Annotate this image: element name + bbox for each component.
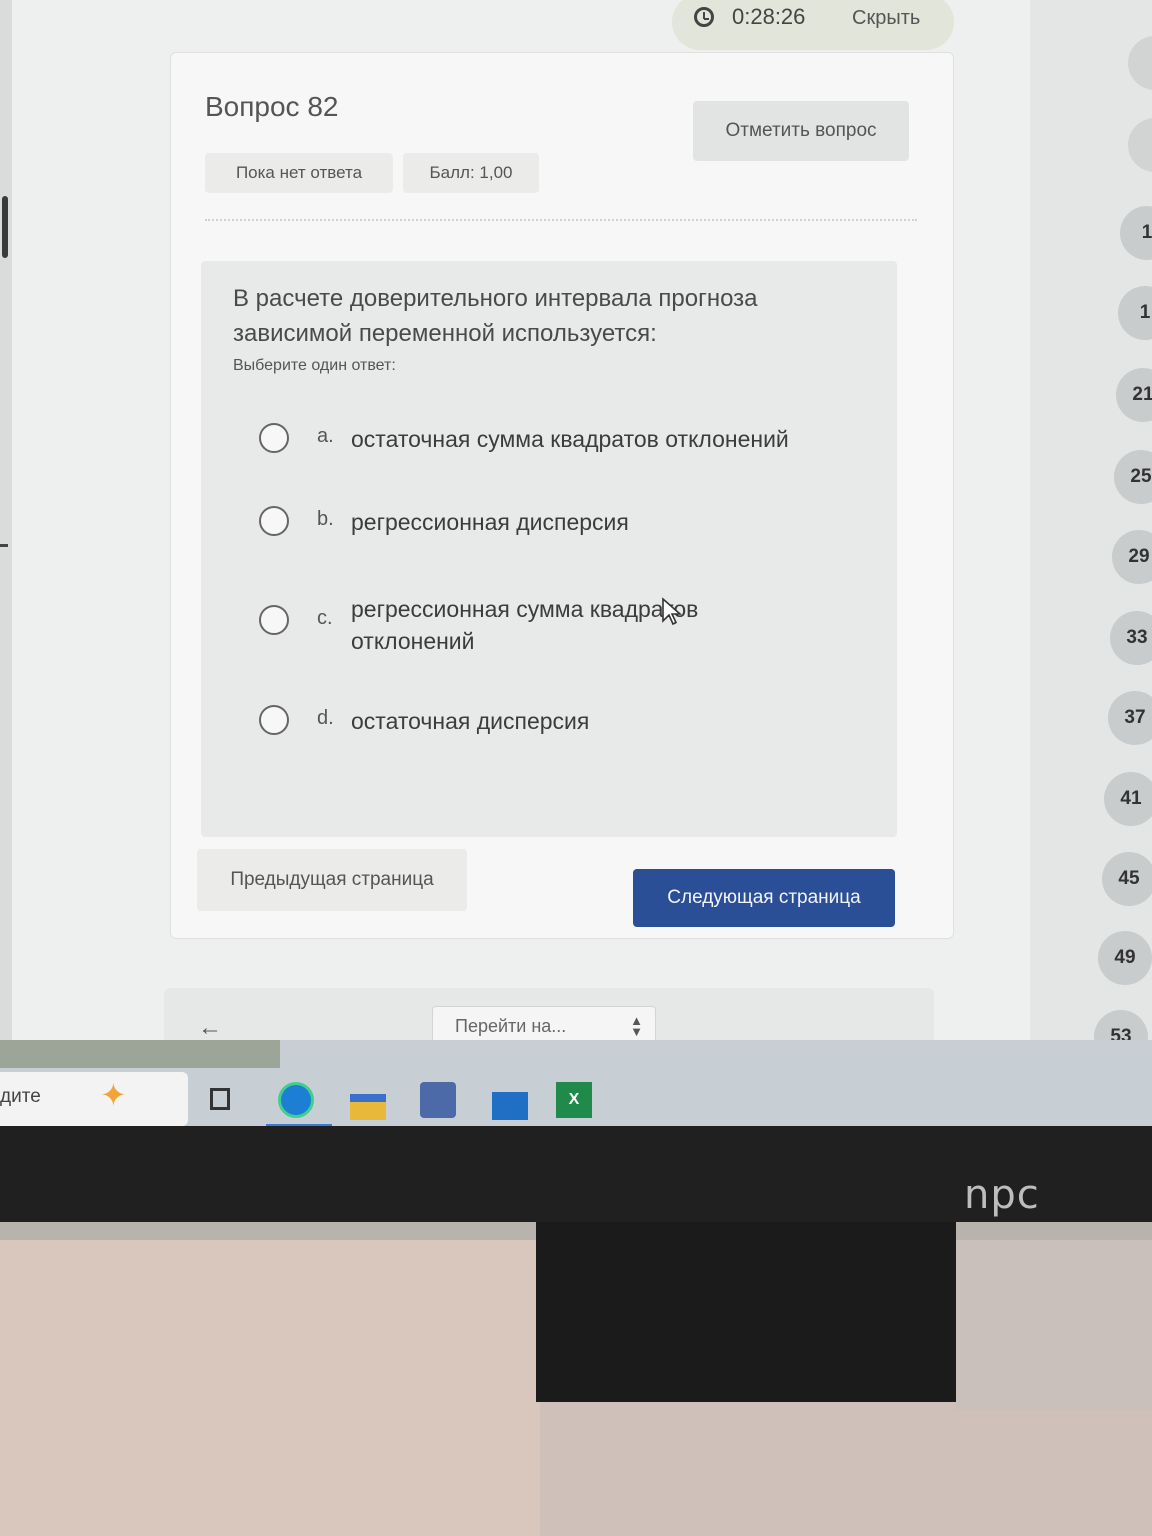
desk-surface [540,1400,1152,1536]
score-badge: Балл: 1,00 [403,153,539,193]
divider [205,219,917,221]
arrow-left-icon[interactable]: ← [198,1014,222,1042]
timer-value: 0:28:26 [732,4,806,29]
answer-option-b[interactable]: b. регрессионная дисперсия [259,506,869,576]
select-arrows-icon: ▲ ▼ [630,1013,643,1039]
nav-button[interactable]: 41 [1104,772,1152,826]
answer-hint: Выберите один ответ: [233,357,396,374]
edge-icon[interactable] [278,1082,314,1118]
answer-option-a[interactable]: a. остаточная сумма квадратов отклонений [259,423,869,493]
nav-button[interactable]: 25 [1114,450,1152,504]
answer-status-badge: Пока нет ответа [205,153,393,193]
quiz-navigation-panel: 1 1 21 25 29 33 37 41 45 49 53 [1030,0,1152,1064]
next-page-button[interactable]: Следующая страница [633,869,895,927]
previous-page-button[interactable]: Предыдущая страница [197,849,467,911]
nav-button[interactable]: 45 [1102,852,1152,906]
nav-button[interactable]: 1 [1120,206,1152,260]
flag-question-button[interactable]: Отметить вопрос [693,101,909,161]
sparkle-icon: ✦ [100,1077,127,1113]
option-letter: a. [317,425,334,447]
option-text: регрессионная дисперсия [351,509,629,535]
question-title: Вопрос 82 [205,91,339,122]
nav-button[interactable]: 33 [1110,611,1152,665]
monitor-screen: 0:28:26 Скрыть Вопрос 82 Отметить вопрос… [0,0,1152,1080]
answer-option-c[interactable]: c. регрессионная сумма квадратов отклоне… [259,596,869,675]
option-text: остаточная сумма квадратов отклонений [351,426,789,452]
wallpaper-strip [0,1040,280,1068]
store-icon[interactable] [420,1082,456,1118]
nav-button-top-1[interactable] [1128,36,1152,90]
taskbar-search-box[interactable]: дите ✦ [0,1072,188,1126]
jump-to-placeholder: Перейти на... [455,1016,567,1036]
radio-c[interactable] [259,605,289,635]
option-text: регрессионная сумма квадратов отклонений [351,596,699,654]
option-text: остаточная дисперсия [351,708,590,734]
hide-timer-button[interactable]: Скрыть [852,7,920,30]
nav-button[interactable]: 21 [1116,368,1152,422]
timer-pill: 0:28:26 Скрыть [672,0,954,50]
monitor-brand-logo: npc [964,1172,1040,1218]
question-text: В расчете доверительного интервала прогн… [233,285,758,347]
task-view-icon[interactable] [210,1088,230,1110]
radio-d[interactable] [259,705,289,735]
question-body: В расчете доверительного интервала прогн… [201,261,897,837]
nav-button[interactable]: 29 [1112,530,1152,584]
radio-b[interactable] [259,506,289,536]
left-scroll-handle[interactable] [2,196,8,258]
clock-icon [694,7,714,27]
question-card: Вопрос 82 Отметить вопрос Пока нет ответ… [170,52,954,939]
radio-a[interactable] [259,423,289,453]
nav-button[interactable]: 37 [1108,691,1152,745]
nav-button[interactable]: 49 [1098,931,1152,985]
option-letter: d. [317,707,334,729]
left-edge-marker [0,544,8,547]
nav-button-top-2[interactable] [1128,118,1152,172]
search-text: дите [0,1086,41,1107]
option-letter: c. [317,607,333,629]
mouse-cursor-icon [662,597,683,626]
left-edge-panel [0,0,12,1040]
monitor-stand [536,1222,956,1402]
nav-button[interactable]: 1 [1118,286,1152,340]
answer-option-d[interactable]: d. остаточная дисперсия [259,705,869,775]
option-letter: b. [317,508,334,530]
folder-icon[interactable] [350,1094,386,1120]
desk-surface [0,1240,540,1536]
desk-surface [956,1240,1152,1410]
mail-icon[interactable] [492,1092,528,1120]
excel-icon[interactable]: X [556,1082,592,1118]
